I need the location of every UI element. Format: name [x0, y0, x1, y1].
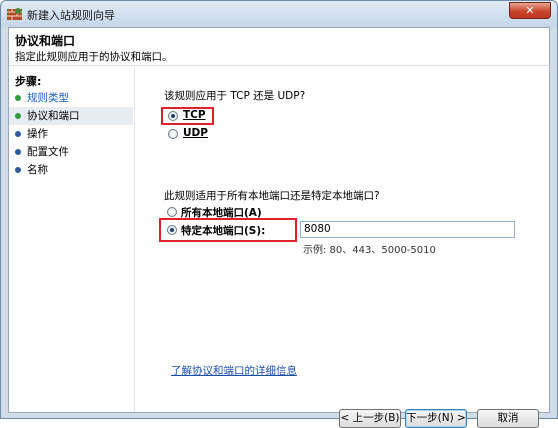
firewall-icon — [7, 8, 22, 20]
specific-ports-radio[interactable] — [167, 225, 177, 235]
protocol-question: 该规则应用于 TCP 还是 UDP? — [164, 90, 306, 102]
close-icon: ✕ — [525, 4, 535, 17]
step-profile[interactable]: 配置文件 — [9, 143, 133, 161]
steps-panel: 步骤: 规则类型 协议和端口 操作 配置文件 名称 — [9, 67, 135, 412]
port-example: 示例: 80、443、5000-5010 — [303, 245, 436, 256]
udp-radio[interactable] — [168, 129, 178, 139]
step-status-icon — [15, 131, 21, 137]
step-name[interactable]: 名称 — [9, 161, 133, 179]
title-bar[interactable]: 新建入站规则向导 ✕ — [1, 1, 557, 27]
content-panel: 该规则应用于 TCP 还是 UDP? TCP UDP 此规则适用于所有本地端口还… — [136, 67, 549, 428]
wizard-client: 协议和端口 指定此规则应用于的协议和端口。 步骤: 规则类型 协议和端口 操作 … — [8, 27, 550, 428]
page-header: 协议和端口 指定此规则应用于的协议和端口。 — [9, 28, 549, 66]
step-label: 名称 — [27, 164, 48, 176]
step-status-icon — [15, 113, 21, 119]
specific-ports-label[interactable]: 特定本地端口(S): — [181, 223, 265, 238]
step-protocol-ports[interactable]: 协议和端口 — [9, 107, 133, 125]
step-status-icon — [15, 95, 21, 101]
window-title: 新建入站规则向导 — [27, 9, 115, 22]
step-status-icon — [15, 167, 21, 173]
step-rule-type[interactable]: 规则类型 — [9, 89, 133, 107]
close-button[interactable]: ✕ — [509, 2, 551, 19]
ports-question: 此规则适用于所有本地端口还是特定本地端口? — [164, 190, 380, 202]
step-label: 配置文件 — [27, 146, 69, 158]
tcp-label[interactable]: TCP — [183, 109, 206, 121]
step-label: 规则类型 — [27, 92, 69, 104]
all-ports-radio[interactable] — [167, 207, 177, 217]
tcp-radio[interactable] — [168, 111, 178, 121]
step-action[interactable]: 操作 — [9, 125, 133, 143]
page-subtitle: 指定此规则应用于的协议和端口。 — [15, 51, 173, 63]
udp-label[interactable]: UDP — [183, 127, 208, 139]
port-input[interactable]: 8080 — [300, 221, 515, 238]
step-label: 协议和端口 — [27, 110, 80, 122]
wizard-window: 新建入站规则向导 ✕ 协议和端口 指定此规则应用于的协议和端口。 步骤: 规则类… — [0, 0, 558, 428]
step-status-icon — [15, 149, 21, 155]
step-label: 操作 — [27, 128, 48, 140]
page-title: 协议和端口 — [15, 34, 76, 48]
protocol-help-link[interactable]: 了解协议和端口的详细信息 — [171, 363, 297, 378]
steps-label: 步骤: — [15, 75, 42, 88]
